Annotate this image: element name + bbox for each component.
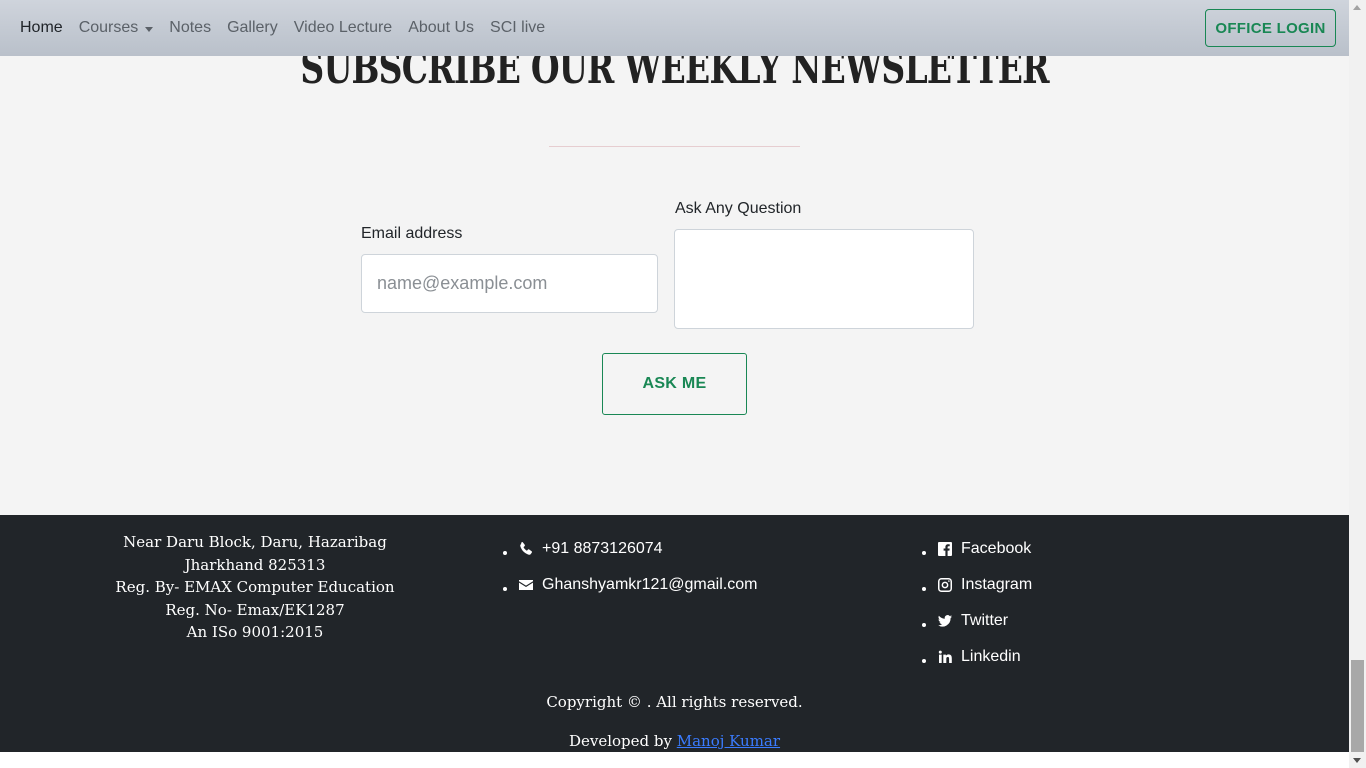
address-line: Jharkhand 825313: [184, 555, 326, 574]
contact-phone: +91 8873126074: [518, 538, 757, 574]
twitter-link[interactable]: Twitter: [909, 610, 1008, 632]
facebook-icon: [937, 541, 953, 557]
footer-address: Near Daru Block, Daru, Hazaribag Jharkha…: [110, 531, 400, 644]
nav-home[interactable]: Home: [20, 19, 63, 37]
nav-about-us[interactable]: About Us: [408, 19, 474, 37]
email-text: Ghanshyamkr121@gmail.com: [542, 576, 758, 593]
nav-video-lecture[interactable]: Video Lecture: [294, 19, 392, 37]
office-login-button[interactable]: OFFICE LOGIN: [1205, 9, 1336, 47]
phone-text: +91 8873126074: [542, 540, 663, 557]
instagram-link[interactable]: Instagram: [909, 574, 1032, 596]
question-label: Ask Any Question: [675, 200, 802, 217]
address-line: Reg. By- EMAX Computer Education: [115, 578, 395, 596]
bottom-strip: [0, 752, 1349, 768]
developed-by: Developed by Manoj Kumar: [0, 732, 1349, 750]
scrollbar-thumb[interactable]: [1351, 660, 1364, 752]
twitter-icon: [937, 613, 953, 629]
developer-link[interactable]: Manoj Kumar: [677, 732, 780, 750]
envelope-icon: [518, 577, 534, 593]
linkedin-label: Linkedin: [961, 648, 1021, 665]
vertical-scrollbar[interactable]: [1349, 0, 1366, 768]
copyright-text: Copyright © . All rights reserved.: [546, 693, 803, 711]
scroll-down-arrow-icon[interactable]: [1353, 758, 1361, 763]
social-list: Facebook Instagram Twitter: [937, 538, 1032, 682]
address-line: Reg. No- Emax/EK1287: [165, 600, 345, 619]
linkedin-link[interactable]: Linkedin: [909, 646, 1021, 668]
social-linkedin: Linkedin: [937, 646, 1032, 682]
instagram-label: Instagram: [961, 576, 1033, 593]
instagram-icon: [937, 577, 953, 593]
phone-icon: [518, 541, 534, 557]
email-label: Email address: [361, 225, 463, 242]
facebook-label: Facebook: [961, 540, 1032, 557]
social-twitter: Twitter: [937, 610, 1032, 646]
social-facebook: Facebook: [937, 538, 1032, 574]
nav-links: Home Courses Notes Gallery Video Lecture…: [20, 19, 545, 37]
email-input[interactable]: [361, 254, 658, 313]
footer: Near Daru Block, Daru, Hazaribag Jharkha…: [0, 515, 1349, 752]
facebook-link[interactable]: Facebook: [909, 538, 1031, 560]
address-line: An ISo 9001:2015: [186, 623, 324, 641]
scroll-up-arrow-icon[interactable]: [1353, 5, 1361, 10]
caret-down-icon: [145, 26, 154, 32]
contact-list: +91 8873126074 Ghanshyamkr121@gmail.com: [518, 538, 757, 610]
question-textarea[interactable]: [674, 229, 974, 329]
title-divider: [549, 146, 800, 147]
nav-courses-dropdown[interactable]: Courses: [79, 19, 154, 37]
social-instagram: Instagram: [937, 574, 1032, 610]
twitter-label: Twitter: [961, 612, 1009, 629]
page: Home Courses Notes Gallery Video Lecture…: [0, 0, 1366, 768]
linkedin-icon: [937, 649, 953, 665]
ask-me-button[interactable]: ASK ME: [602, 353, 747, 415]
nav-sci-live[interactable]: SCI live: [490, 19, 545, 37]
contact-email: Ghanshyamkr121@gmail.com: [518, 574, 757, 610]
nav-gallery[interactable]: Gallery: [227, 19, 278, 37]
top-navbar: Home Courses Notes Gallery Video Lecture…: [0, 0, 1349, 56]
nav-courses-label: Courses: [78, 19, 139, 36]
nav-notes[interactable]: Notes: [169, 19, 211, 37]
developed-prefix: Developed by: [568, 732, 672, 750]
address-line: Near Daru Block, Daru, Hazaribag: [123, 533, 387, 551]
